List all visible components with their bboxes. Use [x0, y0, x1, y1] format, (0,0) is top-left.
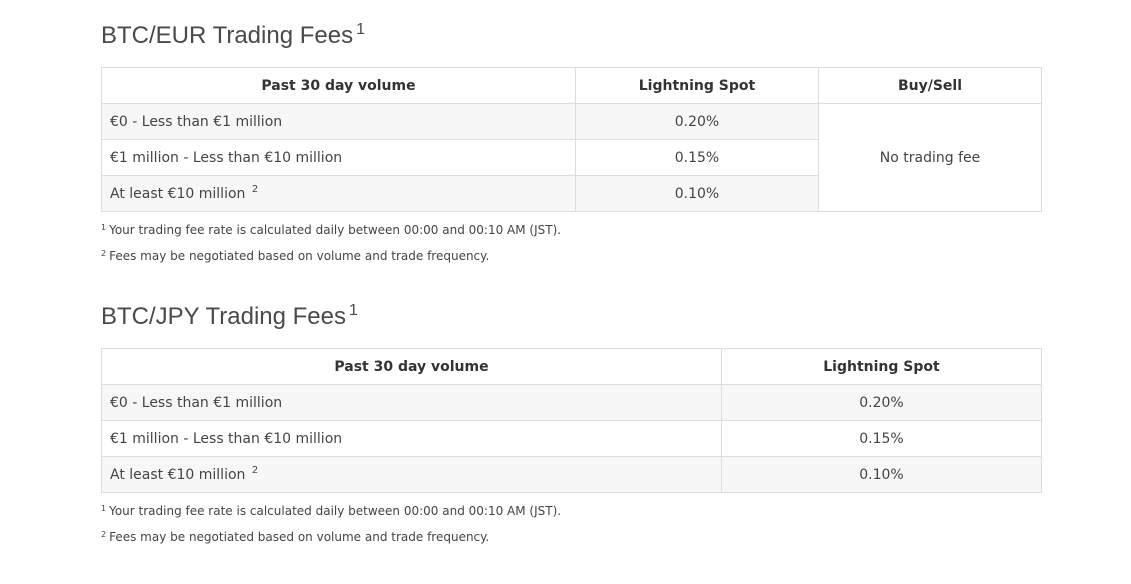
lightning-spot-rate-cell: 0.15%	[721, 420, 1042, 457]
btc-eur-title-footnote: 1	[356, 21, 365, 38]
footnote-marker: 1	[101, 223, 107, 232]
btc-jpy-title: BTC/JPY Trading Fees 1	[101, 301, 1041, 348]
volume-tier-cell: €1 million - Less than €10 million	[101, 420, 722, 457]
footnote-text: Your trading fee rate is calculated dail…	[109, 504, 562, 518]
btc-jpy-title-text: BTC/JPY Trading Fees	[101, 303, 346, 330]
btc-eur-fee-table: Past 30 day volume Lightning Spot Buy/Se…	[101, 67, 1042, 212]
header-buy-sell: Buy/Sell	[818, 67, 1042, 104]
btc-jpy-fee-table: Past 30 day volume Lightning Spot €0 - L…	[101, 348, 1042, 493]
lightning-spot-rate-cell: 0.10%	[721, 456, 1042, 493]
volume-tier-cell: €1 million - Less than €10 million	[101, 139, 576, 176]
footnote-text: Fees may be negotiated based on volume a…	[109, 530, 490, 544]
footnote-item: 2 Fees may be negotiated based on volume …	[101, 248, 1041, 274]
header-lightning-spot: Lightning Spot	[721, 348, 1042, 385]
btc-eur-footnotes: 1 Your trading fee rate is calculated dai…	[101, 222, 1041, 274]
footnote-text: Your trading fee rate is calculated dail…	[109, 223, 562, 237]
volume-tier-cell: €0 - Less than €1 million	[101, 384, 722, 421]
header-lightning-spot: Lightning Spot	[575, 67, 819, 104]
volume-tier-cell: At least €10 million 2	[101, 175, 576, 212]
footnote-item: 2 Fees may be negotiated based on volume …	[101, 529, 1041, 555]
header-past-30-day-volume: Past 30 day volume	[101, 348, 722, 385]
lightning-spot-rate-cell: 0.10%	[575, 175, 819, 212]
volume-tier-label: At least €10 million	[110, 466, 246, 483]
btc-eur-title-text: BTC/EUR Trading Fees	[101, 22, 354, 49]
header-past-30-day-volume: Past 30 day volume	[101, 67, 576, 104]
footnote-marker: 1	[101, 504, 107, 513]
btc-jpy-title-footnote: 1	[349, 302, 358, 319]
volume-tier-cell: At least €10 million 2	[101, 456, 722, 493]
table-row: At least €10 million 2 0.10%	[101, 456, 1042, 493]
volume-tier-footnote: 2	[251, 464, 259, 476]
table-row: €0 - Less than €1 million 0.20%	[101, 384, 1042, 421]
btc-jpy-footnotes: 1 Your trading fee rate is calculated dai…	[101, 503, 1041, 555]
table-row: €1 million - Less than €10 million 0.15%	[101, 420, 1042, 457]
volume-tier-footnote: 2	[251, 183, 259, 195]
volume-tier-label: At least €10 million	[110, 185, 246, 202]
btc-eur-title: BTC/EUR Trading Fees 1	[101, 20, 1041, 67]
footnote-marker: 2	[101, 530, 107, 539]
table-row: €0 - Less than €1 million 0.20% No tradi…	[101, 103, 1042, 212]
btc-eur-fees-section: BTC/EUR Trading Fees 1 Past 30 day volume…	[101, 20, 1042, 274]
lightning-spot-rate-cell: 0.20%	[721, 384, 1042, 421]
buy-sell-fee-cell: No trading fee	[818, 103, 1042, 212]
lightning-spot-rate-cell: 0.15%	[575, 139, 819, 176]
footnote-text: Fees may be negotiated based on volume a…	[109, 249, 490, 263]
footnote-item: 1 Your trading fee rate is calculated dai…	[101, 503, 1041, 529]
footnote-item: 1 Your trading fee rate is calculated dai…	[101, 222, 1041, 248]
table-header-row: Past 30 day volume Lightning Spot Buy/Se…	[101, 67, 1042, 104]
volume-tier-cell: €0 - Less than €1 million	[101, 103, 576, 140]
lightning-spot-rate-cell: 0.20%	[575, 103, 819, 140]
btc-jpy-fees-section: BTC/JPY Trading Fees 1 Past 30 day volume…	[101, 301, 1042, 555]
table-header-row: Past 30 day volume Lightning Spot	[101, 348, 1042, 385]
footnote-marker: 2	[101, 249, 107, 258]
